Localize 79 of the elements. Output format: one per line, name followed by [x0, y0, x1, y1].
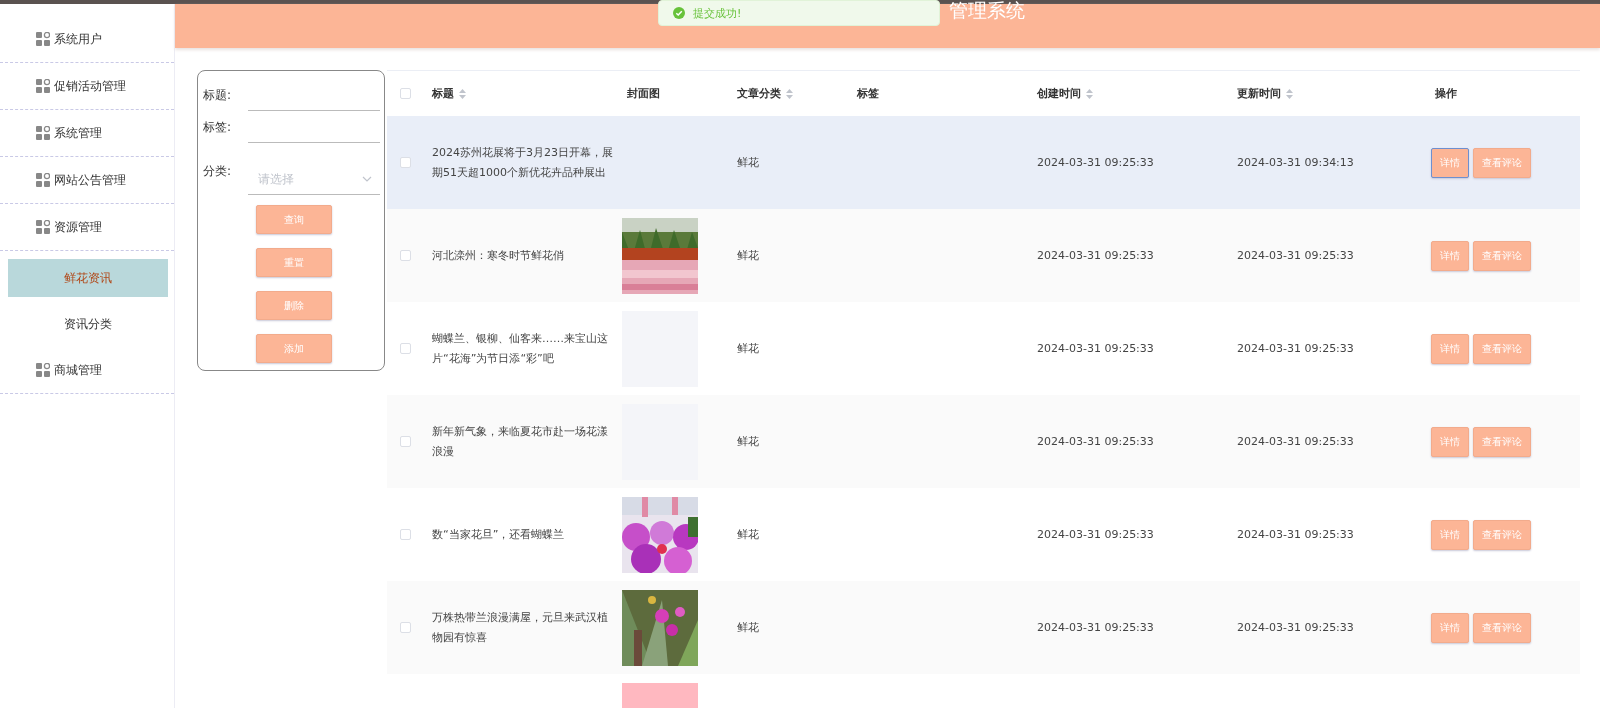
table-cell: 2024-03-31 09:34:13	[1237, 156, 1354, 169]
table-row[interactable]: 河北滦州：寒冬时节鲜花俏 鲜花 2024-03-31 09:25:33 2024-03-31 09:25:33 详情 查看评论	[387, 209, 1580, 302]
column-header: 标题	[432, 86, 454, 101]
action-button[interactable]: 查看评论	[1473, 612, 1531, 643]
column-header: 封面图	[627, 86, 660, 101]
table-cell: 2024-03-31 09:25:33	[1037, 342, 1154, 355]
sidebar-item[interactable]: 促销活动管理	[0, 63, 174, 110]
action-button[interactable]: 详情	[1431, 147, 1469, 178]
select-field[interactable]: 请选择	[248, 164, 380, 195]
table-cell: 2024-03-31 09:25:33	[1237, 249, 1354, 262]
sidebar-item[interactable]: 资源管理	[0, 204, 174, 251]
table-cell-text: 数“当家花旦”，还看蝴蝶兰	[432, 526, 565, 543]
table-cell: 鲜花	[737, 248, 759, 263]
checkbox[interactable]	[399, 343, 411, 354]
action-button[interactable]: 查看评论	[1473, 147, 1531, 178]
action-button[interactable]: 查看评论	[1473, 519, 1531, 550]
action-button[interactable]: 添加	[256, 334, 332, 363]
action-button[interactable]: 详情	[1431, 519, 1469, 550]
table-cell: 2024-03-31 09:25:33	[1037, 156, 1154, 169]
action-button[interactable]: 查看评论	[1473, 426, 1531, 457]
grid-icon	[36, 79, 50, 93]
sidebar-item[interactable]: 商城管理	[0, 347, 174, 394]
grid-icon	[36, 173, 50, 187]
checkbox[interactable]	[399, 436, 411, 447]
toast-text: 提交成功!	[693, 5, 742, 21]
table-cell: 2024-03-31 09:25:33	[1237, 621, 1354, 634]
action-button[interactable]: 查看评论	[1473, 240, 1531, 271]
table-cell-text: 河北滦州：寒冬时节鲜花俏	[432, 247, 564, 264]
sidebar-item[interactable]: 系统用户	[0, 16, 174, 63]
column-header: 标签	[857, 86, 879, 101]
table-cell-text: 新年新气象，来临夏花市赴一场花漾浪漫	[432, 423, 609, 460]
table-cell: 2024-03-31 09:25:33	[1037, 435, 1154, 448]
table-cell: 2024-03-31 09:25:33	[1237, 342, 1354, 355]
table-cell: 鲜花	[737, 434, 759, 449]
action-button[interactable]: 详情	[1431, 426, 1469, 457]
table-row[interactable]: 2024苏州花展将于3月23日开幕，展期51天超1000个新优花卉品种展出 鲜花 2024-03-31 09:25:33 2024-03-31 09:34:13 详情 查看评论	[387, 116, 1580, 209]
grid-icon	[36, 363, 50, 377]
checkbox[interactable]	[399, 250, 411, 261]
chevron-down-icon	[362, 176, 372, 182]
action-button[interactable]: 查看评论	[1473, 333, 1531, 364]
table-cell: 2024-03-31 09:25:33	[1037, 528, 1154, 541]
action-button[interactable]: 查询	[256, 205, 332, 234]
action-button[interactable]: 重置	[256, 248, 332, 277]
column-header: 操作	[1435, 86, 1457, 101]
action-button[interactable]: 删除	[256, 291, 332, 320]
column-header: 创建时间	[1037, 86, 1081, 101]
checkbox[interactable]	[399, 88, 411, 99]
action-button[interactable]: 详情	[1431, 612, 1469, 643]
app-title: 管理系统	[949, 0, 1025, 23]
field-label: 分类:	[203, 162, 233, 180]
sidebar-item[interactable]: 系统管理	[0, 110, 174, 157]
checkbox[interactable]	[399, 622, 411, 633]
table-cell: 2024-03-31 09:25:33	[1237, 528, 1354, 541]
table-cell: 鲜花	[737, 527, 759, 542]
table-cell: 2024-03-31 09:25:33	[1037, 621, 1154, 634]
table-row[interactable]: 万株热带兰浪漫满屋，元旦来武汉植物园有惊喜 鲜花 2024-03-31 09:25:33 2024-03-31 09:25:33 详情 查看评论	[387, 581, 1580, 674]
table-cell-text: 蝴蝶兰、银柳、仙客来……来宝山这片“花海”为节日添“彩”吧	[432, 330, 609, 367]
grid-icon	[36, 32, 50, 46]
grid-icon	[36, 220, 50, 234]
table-cell: 2024-03-31 09:25:33	[1237, 435, 1354, 448]
field-label: 标签:	[203, 118, 233, 136]
action-button[interactable]: 详情	[1431, 333, 1469, 364]
table-cell: 2024-03-31 09:25:33	[1037, 249, 1154, 262]
table-cell: 鲜花	[737, 620, 759, 635]
table-cell: 鲜花	[737, 341, 759, 356]
table-cell-text: 2024苏州花展将于3月23日开幕，展期51天超1000个新优花卉品种展出	[432, 144, 614, 181]
table-cell: 鲜花	[737, 155, 759, 170]
submenu-item[interactable]: 鲜花资讯	[8, 259, 168, 297]
column-header: 更新时间	[1237, 86, 1281, 101]
column-header: 文章分类	[737, 86, 781, 101]
checkbox[interactable]	[399, 529, 411, 540]
table-cell-text: 万株热带兰浪漫满屋，元旦来武汉植物园有惊喜	[432, 609, 609, 646]
grid-icon	[36, 126, 50, 140]
success-icon	[673, 7, 685, 19]
field-label: 标题:	[203, 86, 233, 104]
sidebar-item[interactable]: 网站公告管理	[0, 157, 174, 204]
action-button[interactable]: 详情	[1431, 240, 1469, 271]
submenu-item[interactable]: 资讯分类	[8, 305, 168, 343]
checkbox[interactable]	[399, 157, 411, 168]
